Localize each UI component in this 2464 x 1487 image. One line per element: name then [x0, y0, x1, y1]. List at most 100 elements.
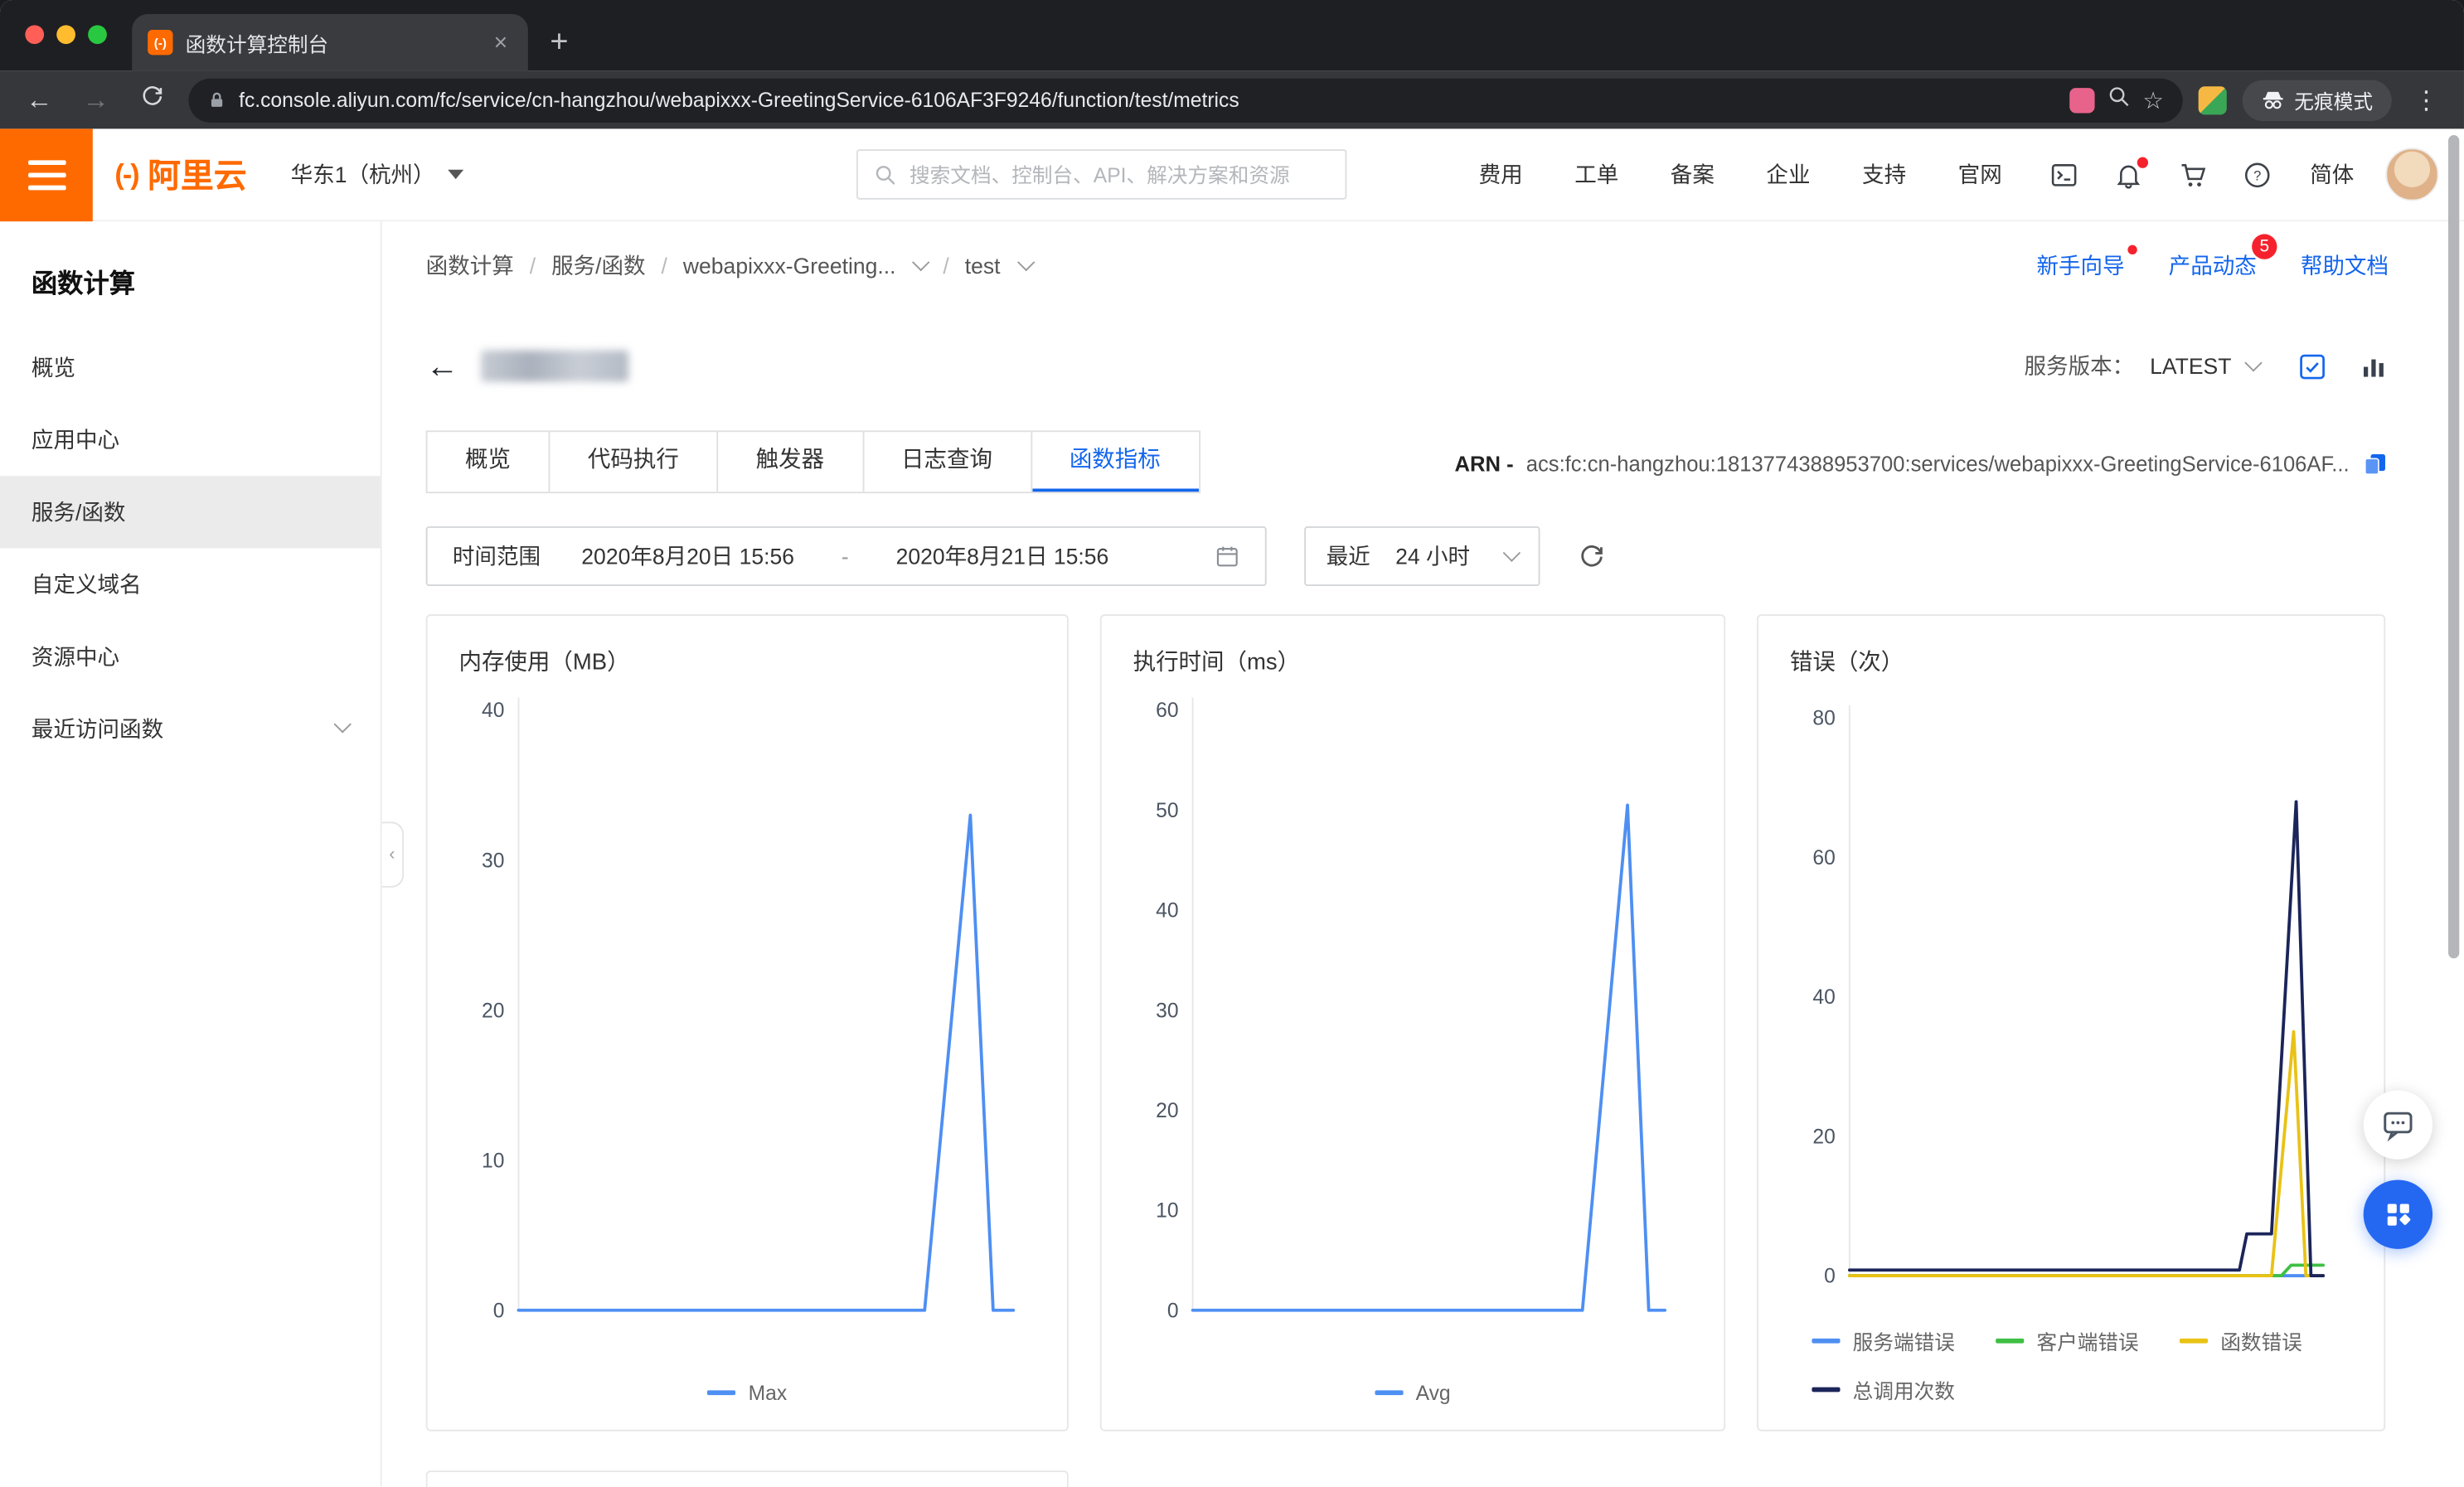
tab-triggers[interactable]: 触发器 [718, 432, 863, 492]
chat-bubble-icon [2381, 1107, 2416, 1142]
chart-legend: Max [458, 1381, 1036, 1404]
time-range-picker[interactable]: 时间范围 2020年8月20日 15:56 - 2020年8月21日 15:56 [426, 526, 1267, 586]
chart-title: 错误（次） [1790, 644, 2353, 690]
chevron-down-icon[interactable] [2244, 354, 2262, 371]
nav-link-icp[interactable]: 备案 [1671, 158, 1715, 190]
forward-icon[interactable]: → [75, 84, 116, 115]
svg-text:60: 60 [1812, 847, 1835, 869]
browser-tab[interactable]: (-) 函数计算控制台 × [132, 14, 528, 70]
version-check-icon[interactable] [2297, 351, 2327, 381]
chart-card-errors: 错误（次） 020406080 服务端错误 客户端错误 函数错误总调用次数 [1757, 614, 2385, 1431]
cart-icon[interactable] [2178, 159, 2208, 189]
errors-chart: 020406080 [1790, 690, 2353, 1304]
address-bar[interactable]: fc.console.aliyun.com/fc/service/cn-hang… [188, 78, 2182, 122]
legend-item[interactable]: 总调用次数 [1812, 1374, 1955, 1404]
breadcrumb-item[interactable]: 服务/函数 [551, 249, 646, 281]
sidebar-item-overview[interactable]: 概览 [0, 332, 381, 404]
new-tab-button[interactable]: + [528, 25, 590, 70]
memory-usage-chart: 010203040 [458, 682, 1036, 1359]
product-news-link[interactable]: 产品动态5 [2169, 249, 2257, 281]
sidebar-item-custom-domains[interactable]: 自定义域名 [0, 548, 381, 620]
search-icon [873, 162, 896, 186]
back-arrow-icon[interactable]: ← [426, 350, 459, 383]
back-icon[interactable]: ← [19, 84, 60, 115]
close-tab-icon[interactable]: × [489, 29, 512, 56]
region-selector[interactable]: 华东1（杭州） [291, 158, 463, 190]
tab-code[interactable]: 代码执行 [550, 432, 718, 492]
bookmark-star-icon[interactable]: ☆ [2142, 85, 2163, 114]
nav-link-enterprise[interactable]: 企业 [1766, 158, 1810, 190]
search-input[interactable] [909, 162, 1329, 186]
sidebar-item-resource-center[interactable]: 资源中心 [0, 621, 381, 693]
hamburger-menu-icon[interactable] [0, 128, 93, 220]
legend-swatch [2180, 1339, 2208, 1344]
chevron-down-icon[interactable] [912, 254, 929, 271]
legend-swatch [1812, 1339, 1840, 1344]
svg-text:10: 10 [482, 1150, 504, 1172]
nav-link-website[interactable]: 官网 [1958, 158, 2002, 190]
browser-menu-icon[interactable]: ⋮ [2408, 84, 2445, 115]
nav-link-tickets[interactable]: 工单 [1574, 158, 1618, 190]
legend-item[interactable]: 函数错误 [2180, 1326, 2302, 1356]
service-version-label: 服务版本： [2025, 351, 2135, 382]
time-start-value[interactable]: 2020年8月20日 15:56 [581, 540, 794, 572]
recent-range-select[interactable]: 最近 24 小时 [1304, 526, 1540, 586]
zoom-icon[interactable] [2107, 85, 2130, 114]
time-separator: - [842, 544, 849, 569]
feedback-chat-button[interactable] [2364, 1090, 2432, 1159]
tab-overview[interactable]: 概览 [428, 432, 551, 492]
svg-text:30: 30 [1156, 1000, 1178, 1022]
region-label: 华东1（杭州） [291, 158, 435, 190]
console-search[interactable] [856, 149, 1346, 200]
extension-icon[interactable] [2199, 85, 2227, 114]
workbench-button[interactable] [2364, 1179, 2432, 1248]
cloudshell-icon[interactable] [2049, 159, 2079, 189]
breadcrumb-item-function[interactable]: test [965, 253, 1001, 278]
news-badge: 5 [2252, 234, 2277, 259]
help-docs-link[interactable]: 帮助文档 [2301, 249, 2389, 281]
legend-swatch [707, 1390, 735, 1395]
legend-item[interactable]: Max [707, 1381, 787, 1404]
scrollbar-thumb[interactable] [2448, 135, 2459, 958]
sidebar-item-recent-functions[interactable]: 最近访问函数 [0, 693, 381, 765]
service-version-value[interactable]: LATEST [2150, 353, 2231, 378]
legend-item[interactable]: Avg [1375, 1381, 1450, 1404]
avatar[interactable] [2385, 148, 2438, 201]
svg-text:60: 60 [1156, 700, 1178, 722]
nav-link-fees[interactable]: 费用 [1479, 158, 1523, 190]
copy-icon[interactable] [2362, 451, 2389, 477]
legend-item[interactable]: 服务端错误 [1812, 1326, 1955, 1356]
tab-logs[interactable]: 日志查询 [864, 432, 1032, 492]
sidebar-collapse-handle[interactable]: ‹ [382, 821, 405, 888]
breadcrumb-item-service[interactable]: webapixxx-Greeting... [683, 253, 896, 278]
page-action-icon[interactable] [2069, 87, 2093, 112]
refresh-icon[interactable] [1578, 542, 1606, 570]
nav-link-support[interactable]: 支持 [1862, 158, 1906, 190]
close-window-button[interactable] [25, 25, 44, 44]
locale-switcher[interactable]: 简体 [2310, 158, 2354, 190]
aliyun-logo[interactable]: (-) 阿里云 [114, 151, 246, 198]
chevron-down-icon[interactable] [1016, 254, 1034, 271]
breadcrumb-item[interactable]: 函数计算 [426, 249, 514, 281]
bar-chart-icon[interactable] [2359, 351, 2389, 381]
svg-text:0: 0 [493, 1300, 505, 1322]
console-top-nav: (-) 阿里云 华东1（杭州） 费用 工单 备案 企业 支持 官网 [0, 128, 2464, 221]
guide-link[interactable]: 新手向导 [2036, 249, 2124, 281]
time-end-value[interactable]: 2020年8月21日 15:56 [896, 540, 1109, 572]
legend-item[interactable]: 客户端错误 [1996, 1326, 2139, 1356]
fullscreen-window-button[interactable] [88, 25, 107, 44]
reload-icon[interactable] [132, 83, 172, 116]
svg-text:?: ? [2253, 167, 2261, 182]
svg-text:20: 20 [1156, 1100, 1178, 1122]
function-tabs: 概览 代码执行 触发器 日志查询 函数指标 [426, 430, 1200, 493]
calendar-icon[interactable] [1215, 544, 1239, 569]
svg-text:50: 50 [1156, 800, 1178, 822]
notification-bell-icon[interactable] [2113, 159, 2143, 189]
sidebar-item-services-functions[interactable]: 服务/函数 [0, 476, 381, 548]
help-icon[interactable]: ? [2243, 159, 2272, 189]
sidebar-item-app-center[interactable]: 应用中心 [0, 404, 381, 476]
browser-window: (-) 函数计算控制台 × + ← → fc.console.aliyun.co… [0, 0, 2464, 1487]
minimize-window-button[interactable] [56, 25, 75, 44]
tab-metrics[interactable]: 函数指标 [1031, 432, 1198, 492]
execution-time-chart: 0102030405060 [1133, 682, 1693, 1359]
